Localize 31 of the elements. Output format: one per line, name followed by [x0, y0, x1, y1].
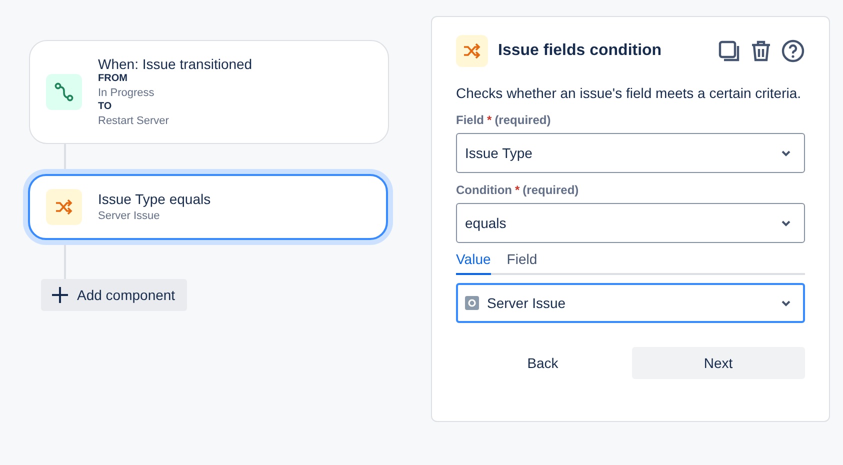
- shuffle-icon: [456, 35, 488, 67]
- add-component-button[interactable]: Add component: [41, 279, 188, 311]
- detail-value: Restart Server: [98, 114, 170, 129]
- node-title: Issue Type equals: [98, 190, 211, 208]
- panel-description: Checks whether an issue's field meets a certain criteria.: [456, 84, 802, 103]
- help-icon[interactable]: [781, 39, 805, 63]
- node-title: When: Issue transitioned: [98, 55, 252, 73]
- node-subtitle: Server Issue: [98, 209, 161, 224]
- detail-label: TO: [98, 101, 113, 113]
- back-button[interactable]: Back: [456, 347, 630, 379]
- required-mark: *: [487, 113, 492, 127]
- select-field[interactable]: equals: [456, 203, 805, 243]
- select-field[interactable]: Issue Type: [456, 133, 805, 173]
- detail-label: FROM: [98, 73, 128, 85]
- required-hint: (required): [494, 113, 551, 127]
- path-icon: [46, 74, 82, 110]
- required-mark: *: [514, 183, 520, 197]
- detail-value: In Progress: [98, 86, 156, 101]
- shuffle-icon: [46, 189, 82, 225]
- panel-title: Issue fields condition: [498, 42, 663, 60]
- required-hint: (required): [522, 183, 579, 197]
- field-label: Field: [456, 113, 484, 127]
- copy-icon[interactable]: [717, 39, 741, 63]
- plus-icon: [51, 286, 69, 304]
- field-label: Condition: [456, 183, 512, 197]
- tab[interactable]: Value: [456, 251, 491, 275]
- tab[interactable]: Field: [506, 251, 538, 275]
- issue-type-icon: [465, 296, 479, 310]
- trash-icon[interactable]: [749, 39, 773, 63]
- next-button[interactable]: Next: [632, 347, 805, 379]
- value-select-field[interactable]: Server Issue: [456, 283, 805, 323]
